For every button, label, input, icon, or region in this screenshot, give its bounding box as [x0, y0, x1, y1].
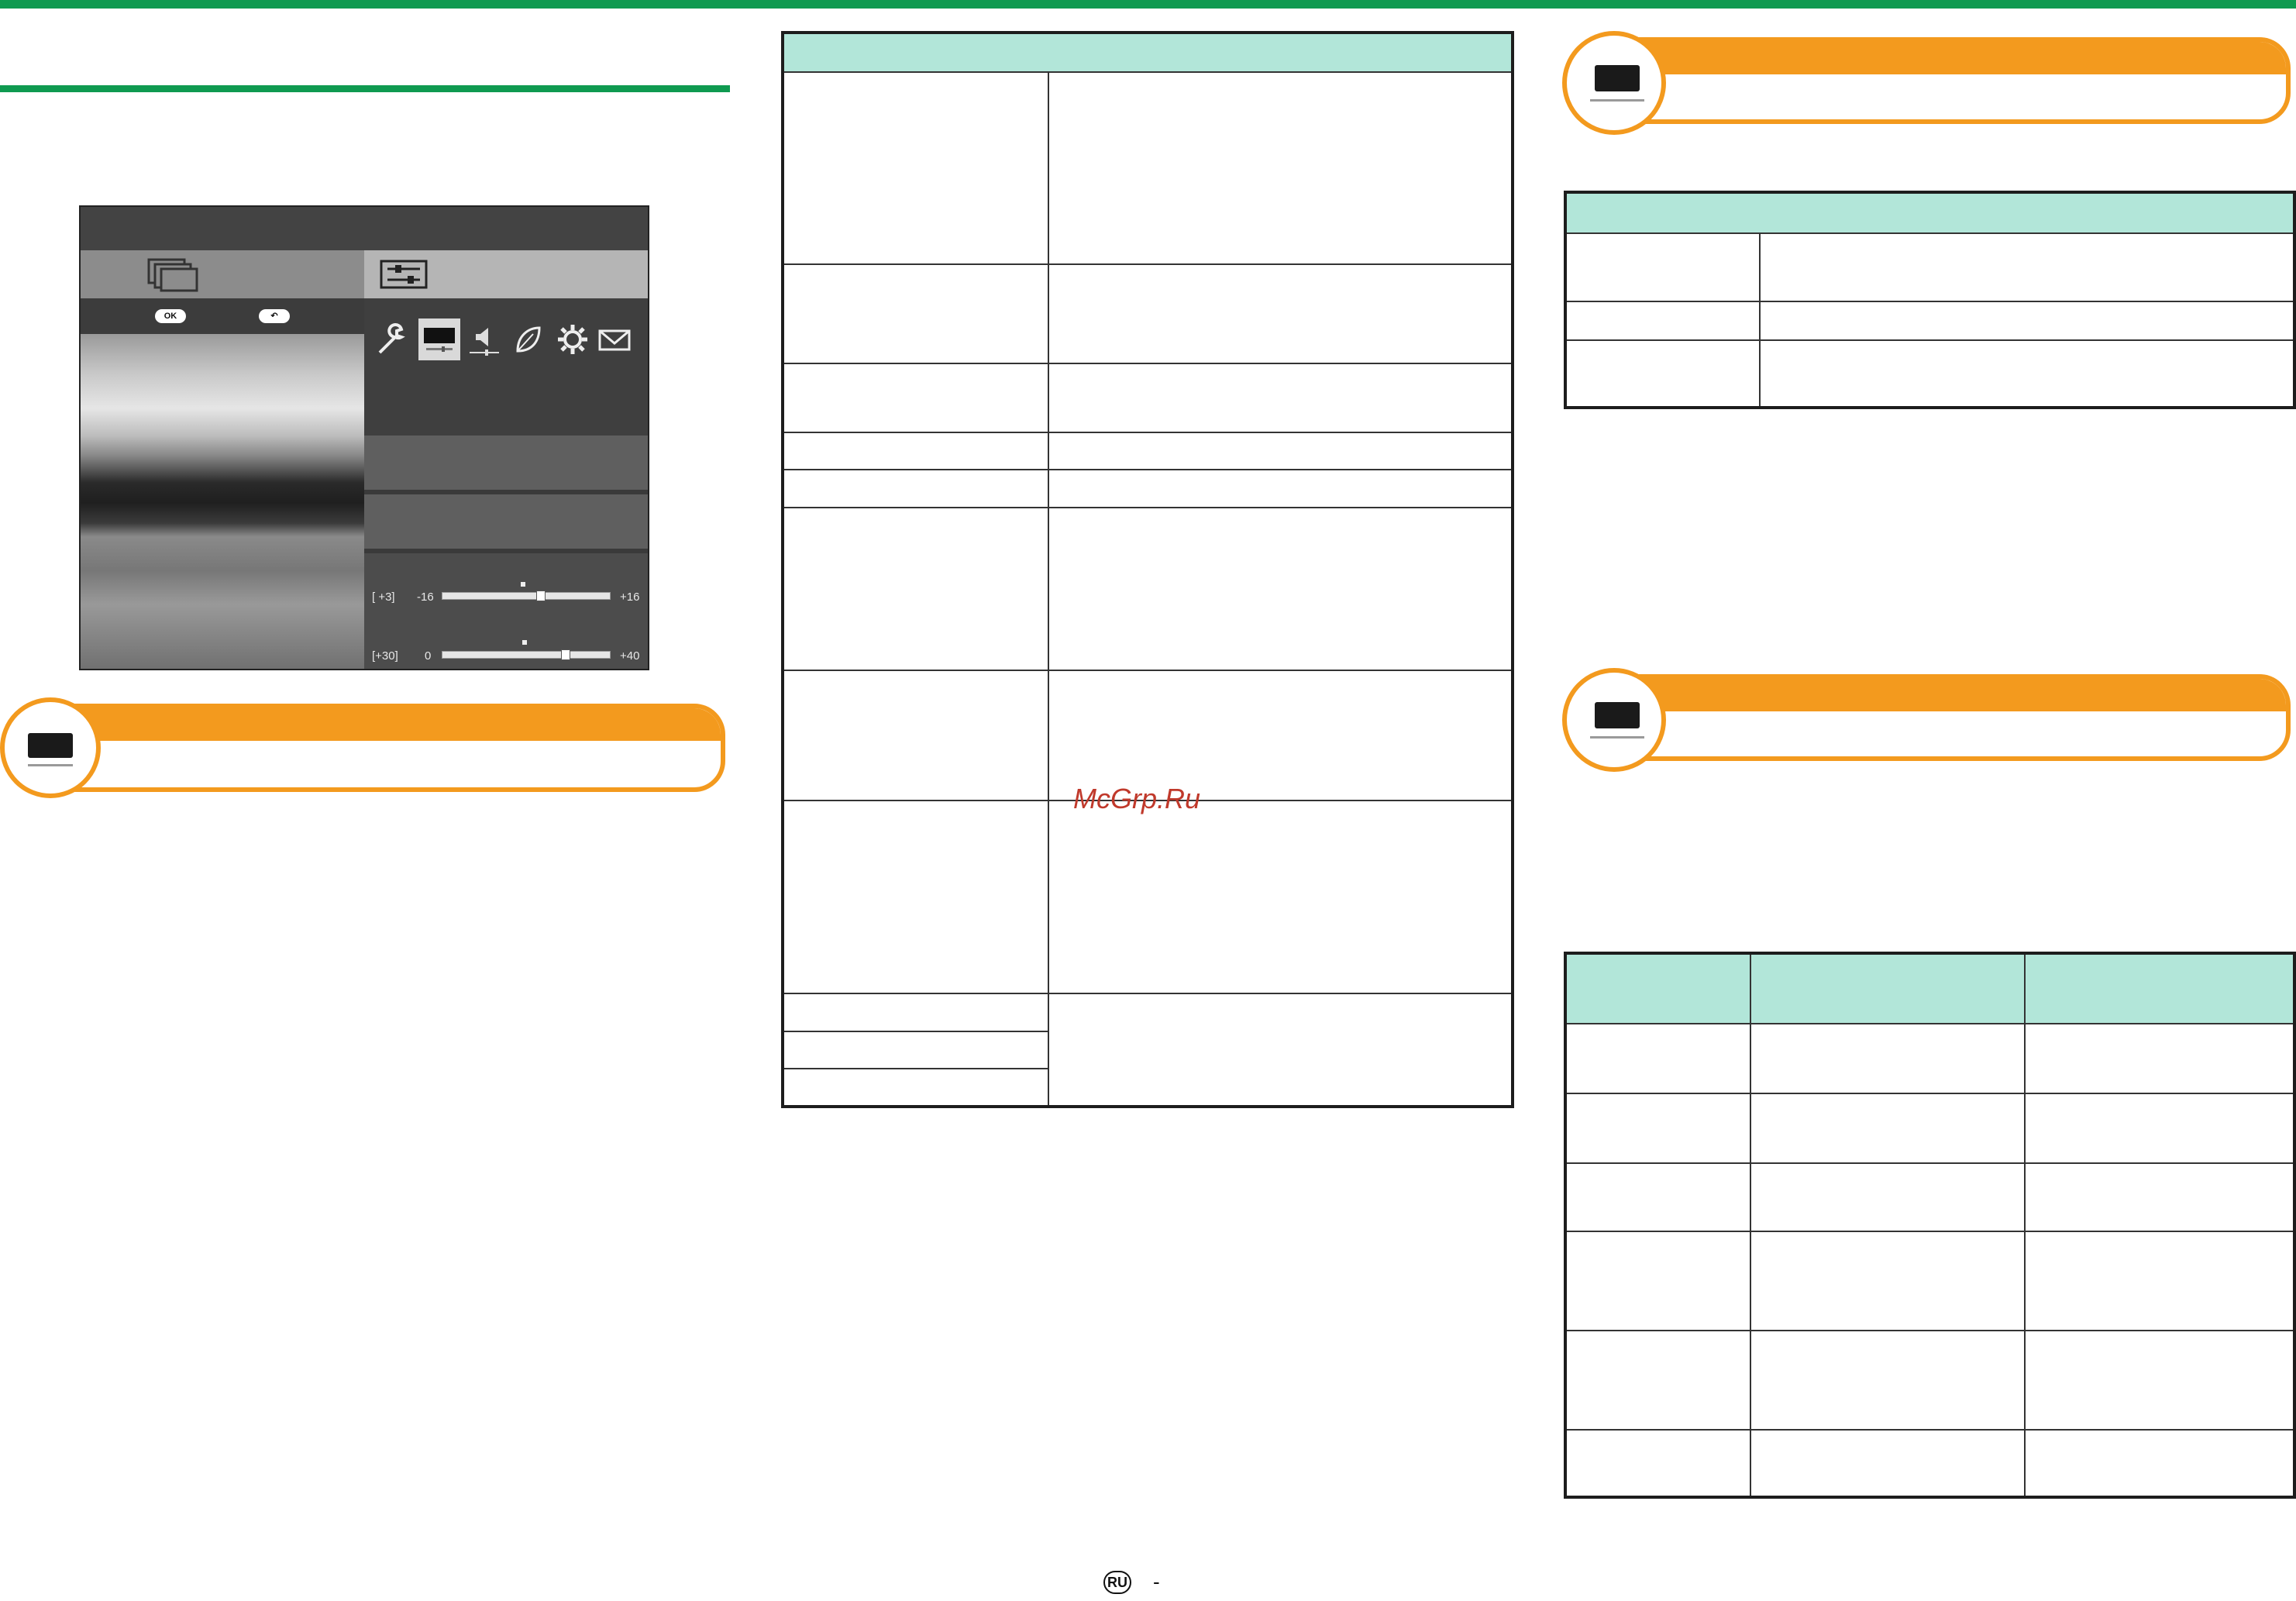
row-divider [784, 363, 1511, 364]
table-main-header [784, 34, 1511, 71]
ok-button[interactable]: OK [155, 309, 186, 323]
picture-icon [424, 328, 455, 352]
picture-badge-icon [1595, 702, 1640, 728]
row-divider [784, 469, 1511, 470]
section-header-right-1-fill [1616, 42, 2286, 74]
section-header-right-2-fill [1616, 679, 2286, 711]
row-divider [784, 670, 1511, 671]
column-divider [1750, 955, 1751, 1496]
slider-marker-1 [521, 582, 525, 587]
section-header-right-1 [1612, 37, 2291, 124]
slider1-knob[interactable] [536, 590, 546, 601]
row-divider [784, 432, 1511, 433]
column-divider [1759, 234, 1761, 406]
row-divider [1567, 1429, 2293, 1431]
table-right-header [1567, 194, 2293, 232]
row-divider [784, 1068, 1048, 1069]
slider-row-1: [ +3] -16 +16 [364, 553, 648, 612]
slider2-track[interactable] [442, 649, 611, 660]
picture-badge-icon [28, 733, 73, 758]
slider2-knob[interactable] [561, 649, 570, 660]
row-divider [1567, 232, 2293, 234]
tv-menu-screenshot: OK ↶ [+3] -16 +16 [+30] 0 +40 [79, 205, 649, 670]
wrench-icon[interactable] [373, 322, 409, 357]
row-divider [1567, 1023, 2293, 1024]
row-divider [1567, 1231, 2293, 1232]
slider2-bracket-value: [+30] [372, 649, 398, 663]
menu-icon-row [364, 298, 648, 436]
picture-badge-left [0, 697, 101, 798]
column-divider [2024, 955, 2026, 1496]
section-header-left [31, 704, 725, 792]
row-divider [1567, 339, 2293, 341]
settings-table-main [781, 31, 1514, 1108]
slider-marker-2 [522, 640, 527, 645]
gear-icon[interactable] [555, 322, 590, 357]
mode-table [1564, 952, 2296, 1499]
menu-tab-left[interactable] [81, 250, 364, 298]
slider1-max: +16 [620, 590, 640, 604]
slider1-track[interactable] [442, 590, 611, 601]
row-divider [1567, 301, 2293, 302]
menu-tab-right[interactable] [364, 250, 648, 298]
menu-header [81, 207, 648, 250]
slider1-min: -16 [417, 590, 434, 604]
row-divider [1567, 1162, 2293, 1164]
section-header-right-2 [1612, 674, 2291, 761]
row-divider [784, 993, 1511, 994]
slider-row-2: [+30] 0 +40 [364, 612, 648, 669]
button-row: OK ↶ [81, 298, 364, 334]
slider1-bracket-value: [ +3] [372, 590, 395, 604]
title-underline [0, 85, 730, 92]
picture-icon-selected[interactable] [418, 318, 460, 360]
row-divider [784, 1031, 1048, 1032]
column-divider [1048, 73, 1049, 1105]
leaf-icon[interactable] [510, 322, 546, 357]
picture-badge-right-2 [1562, 668, 1666, 772]
page-number-dash: - [1153, 1570, 1160, 1593]
row-divider [784, 507, 1511, 508]
top-green-bar [0, 0, 2296, 9]
picture-badge-icon [1595, 65, 1640, 91]
row-divider [1567, 1330, 2293, 1331]
landscape-photo [81, 334, 364, 669]
mode-table-header [1567, 955, 2293, 1023]
settings-sliders-icon [380, 260, 428, 289]
section-header-left-fill [36, 708, 721, 741]
back-button[interactable]: ↶ [259, 309, 290, 323]
speaker-icon[interactable] [466, 322, 502, 357]
row-divider [784, 71, 1511, 73]
envelope-icon[interactable] [597, 322, 632, 357]
page-language-badge: RU [1103, 1571, 1131, 1594]
menu-item-2[interactable] [364, 494, 648, 549]
slider2-min: 0 [425, 649, 432, 663]
picture-badge-base [28, 764, 73, 766]
row-divider [1567, 1093, 2293, 1094]
row-divider [784, 263, 1511, 265]
windows-icon [147, 258, 198, 292]
picture-badge-right-1 [1562, 31, 1666, 135]
picture-badge-base [1590, 99, 1644, 102]
picture-badge-base [1590, 736, 1644, 739]
menu-item-1[interactable] [364, 436, 648, 490]
settings-table-right [1564, 191, 2296, 409]
watermark: McGrp.Ru [1073, 783, 1201, 814]
slider2-max: +40 [620, 649, 640, 663]
